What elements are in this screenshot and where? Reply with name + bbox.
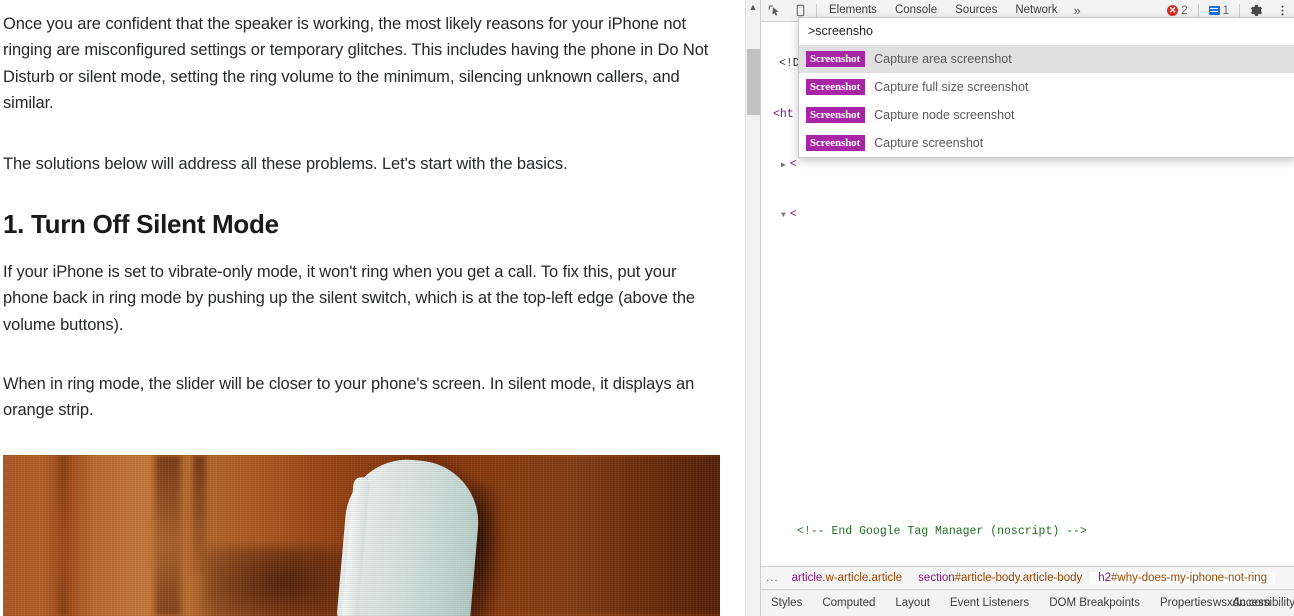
article-paragraph-3: If your iPhone is set to vibrate-only mo… [3, 259, 721, 338]
dom-line: ▶< [761, 157, 1294, 174]
palette-row-capture-node-screenshot[interactable]: Screenshot Capture node screenshot [799, 101, 1294, 129]
expand-triangle-icon[interactable]: ▶ [781, 158, 790, 175]
article-content: Once you are confident that the speaker … [0, 0, 745, 616]
dom-hidden-doctype: <!D [779, 57, 800, 70]
dom-line [761, 407, 1294, 424]
dom-hidden-text: < [790, 208, 797, 221]
breadcrumb-tag: h2 [1098, 572, 1111, 584]
more-tabs-chevron-icon[interactable]: » [1067, 3, 1088, 18]
article-heading-1: 1. Turn Off Silent Mode [3, 207, 721, 241]
dom-line-comment: <!-- End Google Tag Manager (noscript) -… [761, 524, 1294, 541]
tab-event-listeners[interactable]: Event Listeners [940, 590, 1039, 616]
breadcrumb-tag: article [792, 572, 823, 584]
article-paragraph-4: When in ring mode, the slider will be cl… [3, 371, 721, 424]
breadcrumb-tag: section [918, 572, 954, 584]
breadcrumb-section[interactable]: section#article-body.article-body [910, 572, 1090, 584]
breadcrumb-h2[interactable]: h2#why-does-my-iphone-not-ring [1090, 572, 1275, 584]
palette-row-capture-screenshot[interactable]: Screenshot Capture screenshot [799, 129, 1294, 157]
message-icon [1209, 6, 1220, 15]
screenshot-root: Once you are confident that the speaker … [0, 0, 1294, 616]
breadcrumb-class: .w-article.article [822, 572, 902, 584]
command-palette[interactable]: >screensho Screenshot Capture area scree… [798, 17, 1294, 158]
dom-hidden-text: < [790, 158, 797, 171]
dom-line [761, 307, 1294, 324]
palette-row-capture-area-screenshot[interactable]: Screenshot Capture area screenshot [799, 45, 1294, 73]
breadcrumb-article[interactable]: article.w-article.article [784, 572, 911, 584]
message-count: 1 [1223, 5, 1229, 17]
screenshot-badge: Screenshot [806, 79, 865, 95]
breadcrumb-ellipsis[interactable]: ... [761, 572, 784, 584]
screenshot-badge: Screenshot [806, 135, 865, 151]
dom-line: ▼< [761, 207, 1294, 224]
breadcrumb-id: #why-does-my-iphone-not-ring [1111, 572, 1267, 584]
screenshot-badge: Screenshot [806, 107, 865, 123]
tab-styles[interactable]: Styles [761, 590, 812, 616]
scroll-up-arrow-icon[interactable]: ▲ [746, 0, 760, 14]
tab-computed[interactable]: Computed [812, 590, 885, 616]
web-page-pane: Once you are confident that the speaker … [0, 0, 760, 616]
dom-line [761, 257, 1294, 274]
toolbar-divider [816, 4, 817, 18]
tab-layout[interactable]: Layout [885, 590, 940, 616]
page-scrollbar-thumb[interactable] [747, 49, 760, 115]
dom-line [761, 457, 1294, 474]
article-photo-iphone-silent-switch [3, 455, 720, 616]
dom-line [761, 357, 1294, 374]
command-palette-input[interactable]: >screensho [799, 18, 1294, 45]
breadcrumb-id: #article-body.article-body [955, 572, 1083, 584]
dom-hidden-html: <ht [773, 108, 794, 121]
palette-row-label: Capture node screenshot [874, 108, 1014, 122]
photo-grain-overlay [3, 455, 720, 616]
tab-dom-breakpoints[interactable]: DOM Breakpoints [1039, 590, 1150, 616]
palette-row-capture-full-size-screenshot[interactable]: Screenshot Capture full size screenshot [799, 73, 1294, 101]
tab-accessibility[interactable]: Accessibility [1222, 590, 1294, 616]
article-paragraph-1: Once you are confident that the speaker … [3, 11, 721, 116]
palette-row-label: Capture screenshot [874, 136, 983, 150]
breadcrumb: ... article.w-article.article section#ar… [761, 566, 1294, 588]
sidebar-tab-bar: Styles Computed Layout Event Listeners D… [761, 589, 1294, 616]
devtools-panel: Elements Console Sources Network » ✕ 2 1 [760, 0, 1294, 616]
screenshot-badge: Screenshot [806, 51, 865, 67]
error-icon: ✕ [1167, 5, 1178, 16]
palette-row-label: Capture area screenshot [874, 52, 1012, 66]
page-scrollbar[interactable]: ▲ [745, 0, 760, 616]
tab-properties[interactable]: Properties [1150, 590, 1222, 616]
toolbar-divider [1198, 4, 1199, 18]
article-paragraph-2: The solutions below will address all the… [3, 151, 721, 177]
inspect-cursor-icon[interactable] [761, 0, 787, 21]
palette-row-label: Capture full size screenshot [874, 80, 1028, 94]
collapse-triangle-icon[interactable]: ▼ [781, 208, 790, 225]
toolbar-divider [1239, 4, 1240, 18]
error-count: 2 [1181, 5, 1187, 17]
dom-comment-gtm-end: <!-- End Google Tag Manager (noscript) -… [797, 525, 1087, 538]
